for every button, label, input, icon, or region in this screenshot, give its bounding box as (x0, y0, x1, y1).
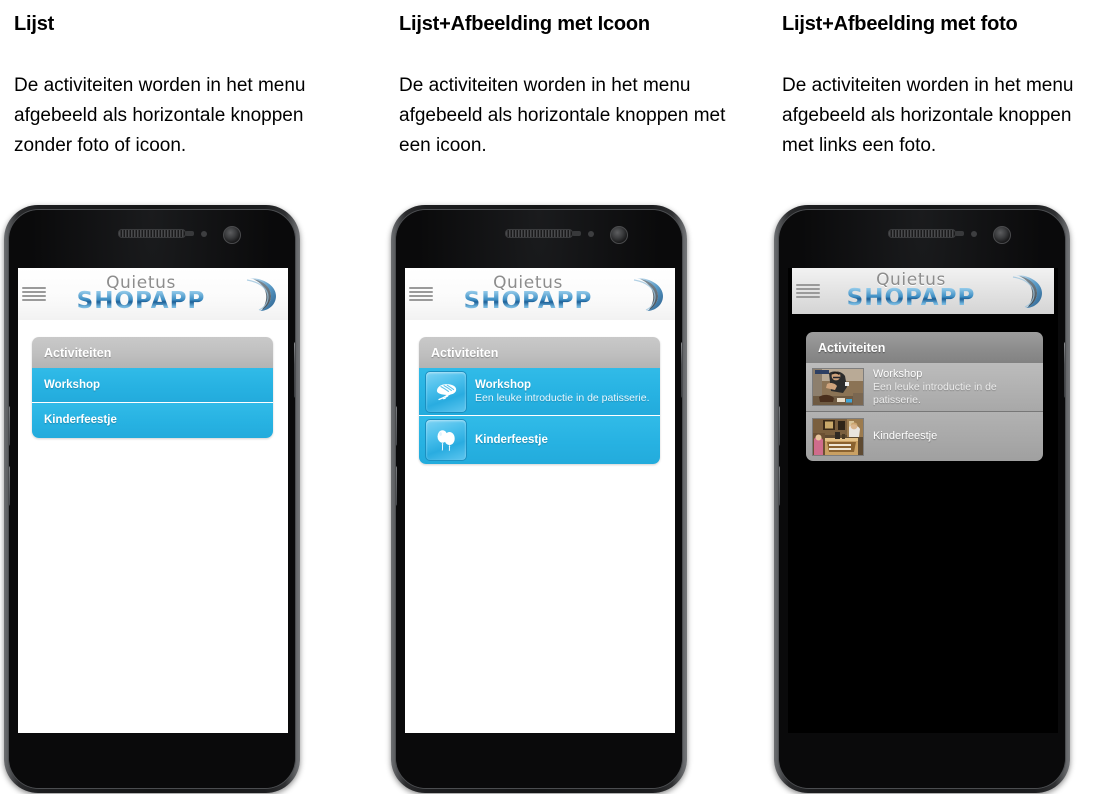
card-header: Activiteiten (419, 337, 660, 368)
light-sensor-icon (588, 231, 594, 237)
front-camera-icon (223, 226, 241, 244)
activity-card: Activiteiten Workshop Een leuke introduc… (806, 332, 1043, 461)
card-header: Activiteiten (32, 337, 273, 368)
power-button[interactable] (294, 342, 295, 398)
phone-screen-3: H+ 12:37 Quietus SHOPAPP (788, 268, 1058, 733)
logo-bottom-text: SHOPAPP (76, 288, 206, 314)
column-lijst-icoon: Lijst+Afbeelding met Icoon De activiteit… (385, 0, 770, 794)
proximity-sensor-icon (955, 231, 964, 236)
list-item-subtitle: Een leuke introductie in de patisserie. (873, 381, 997, 406)
app-logo: Quietus SHOPAPP (429, 275, 627, 313)
list-item-title: Workshop (873, 367, 923, 380)
phone-bezel: H+ 12:37 Quietus SHOPAPP (778, 209, 1066, 789)
balloons-icon (425, 419, 467, 461)
phone-mockup-3: H+ 12:37 Quietus SHOPAPP (774, 205, 1070, 793)
phone-screen-1: 10:57 Quietus SHOPAPP (18, 268, 288, 733)
list-item[interactable]: Workshop (32, 368, 273, 403)
bread-icon (425, 370, 467, 413)
list-item-text: Workshop Een leuke introductie in de pat… (864, 368, 1043, 407)
power-button[interactable] (1064, 342, 1065, 398)
volume-down-button[interactable] (396, 466, 397, 506)
power-button[interactable] (681, 342, 682, 398)
phone-mockup-2: 09:37 Quietus SHOPAPP (391, 205, 687, 793)
earpiece-speaker-icon (505, 229, 573, 238)
column-title: Lijst (14, 13, 55, 35)
earpiece-speaker-icon (118, 229, 186, 238)
list-item[interactable]: Kinderfeestje (32, 403, 273, 438)
app-header-bar: Quietus SHOPAPP (18, 268, 288, 320)
phone-bezel: 10:57 Quietus SHOPAPP (8, 209, 296, 789)
volume-up-button[interactable] (779, 406, 780, 446)
front-camera-icon (993, 226, 1011, 244)
volume-up-button[interactable] (396, 406, 397, 446)
list-item-text: Workshop Een leuke introductie in de pat… (467, 378, 660, 405)
activity-card: Activiteiten Workshop Een leuke introduc… (419, 337, 660, 464)
proximity-sensor-icon (185, 231, 194, 236)
list-item-label: Kinderfeestje (44, 414, 117, 426)
activity-card: Activiteiten Workshop Kinderfeestje (32, 337, 273, 438)
column-lijst: Lijst De activiteiten worden in het menu… (0, 0, 385, 794)
list-item-subtitle: Een leuke introductie in de patisserie. (475, 392, 650, 405)
volume-down-button[interactable] (9, 466, 10, 506)
column-description: De activiteiten worden in het menu afgeb… (14, 75, 306, 156)
phone-screen-2: 09:37 Quietus SHOPAPP (405, 268, 675, 733)
logo-bottom-text: SHOPAPP (846, 285, 976, 311)
swoosh-logo-icon (633, 278, 663, 311)
column-description: De activiteiten worden in het menu afgeb… (399, 75, 726, 156)
logo-bottom-text: SHOPAPP (463, 288, 593, 314)
swoosh-logo-icon (246, 278, 276, 311)
list-item-text: Kinderfeestje (467, 433, 660, 447)
volume-down-button[interactable] (779, 466, 780, 506)
phone-mockup-1: 10:57 Quietus SHOPAPP (4, 205, 300, 793)
list-item-title: Workshop (475, 379, 532, 392)
phone-bezel: 09:37 Quietus SHOPAPP (395, 209, 683, 789)
column-title: Lijst+Afbeelding met foto (782, 13, 1018, 35)
list-item[interactable]: Kinderfeestje (806, 412, 1043, 461)
chef-photo (812, 368, 864, 406)
list-item-label: Workshop (44, 378, 101, 391)
light-sensor-icon (971, 231, 977, 237)
card-header: Activiteiten (806, 332, 1043, 363)
swoosh-logo-icon (1012, 275, 1042, 308)
list-item-title: Kinderfeestje (873, 429, 938, 442)
app-logo: Quietus SHOPAPP (816, 272, 1006, 310)
list-item-title: Kinderfeestje (475, 434, 548, 446)
column-title: Lijst+Afbeelding met Icoon (399, 13, 650, 35)
column-description: De activiteiten worden in het menu afgeb… (782, 75, 1074, 156)
volume-up-button[interactable] (9, 406, 10, 446)
comparison-layout: Lijst De activiteiten worden in het menu… (0, 0, 1101, 794)
list-item[interactable]: Workshop Een leuke introductie in de pat… (419, 368, 660, 416)
app-logo: Quietus SHOPAPP (42, 275, 240, 313)
list-item[interactable]: Kinderfeestje (419, 416, 660, 464)
list-item[interactable]: Workshop Een leuke introductie in de pat… (806, 363, 1043, 412)
app-header-bar: Quietus SHOPAPP (792, 268, 1054, 314)
app-header-bar: Quietus SHOPAPP (405, 268, 675, 320)
earpiece-speaker-icon (888, 229, 956, 238)
proximity-sensor-icon (572, 231, 581, 236)
light-sensor-icon (201, 231, 207, 237)
list-item-text: Kinderfeestje (864, 430, 1043, 444)
column-lijst-foto: Lijst+Afbeelding met foto De activiteite… (770, 0, 1101, 794)
front-camera-icon (610, 226, 628, 244)
party-photo (812, 417, 864, 456)
